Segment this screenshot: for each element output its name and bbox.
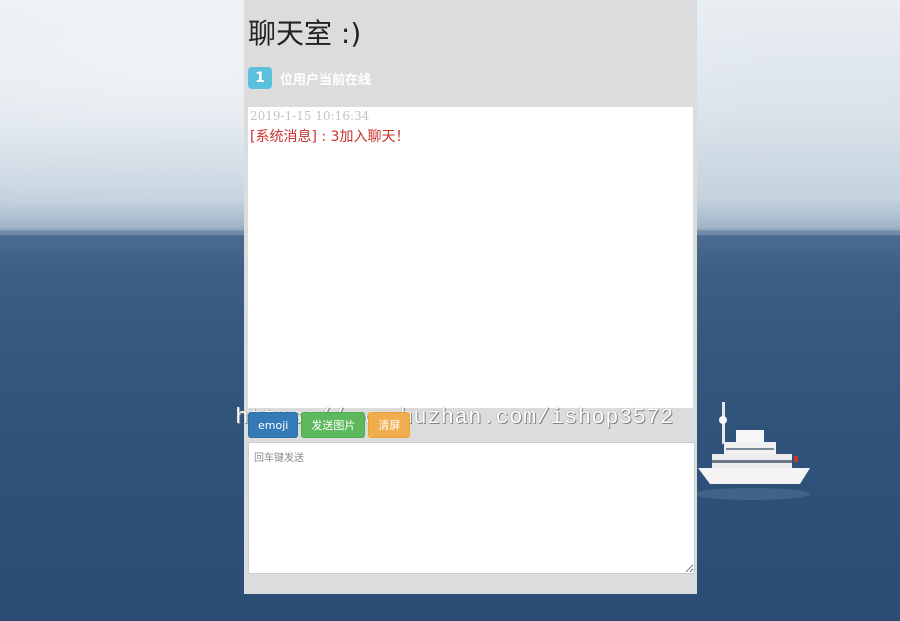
online-status-label: 位用户当前在线 — [280, 72, 372, 88]
message-input[interactable] — [248, 442, 695, 574]
emoji-button[interactable]: emoji — [248, 412, 299, 438]
online-count-badge: 1 — [248, 67, 272, 89]
chat-panel: 聊天室 :) 1 位用户当前在线 2019-1-15 10:16:34 [系统消… — [235, 0, 697, 594]
send-image-button[interactable]: 发送图片 — [301, 412, 366, 438]
page-title: 聊天室 :) — [248, 17, 362, 50]
system-message-text: [系统消息] : 3加入聊天！ — [250, 129, 410, 145]
message-list[interactable]: 2019-1-15 10:16:34 [系统消息] : 3加入聊天！ https… — [235, 107, 693, 430]
clear-screen-button[interactable]: 清屏 — [368, 412, 411, 438]
message-timestamp: 2019-1-15 10:16:34 — [250, 109, 370, 123]
online-status: 1 位用户当前在线 — [248, 67, 371, 89]
yacht-image — [694, 402, 810, 500]
chat-toolbar: emoji 发送图片 清屏 — [248, 412, 411, 438]
